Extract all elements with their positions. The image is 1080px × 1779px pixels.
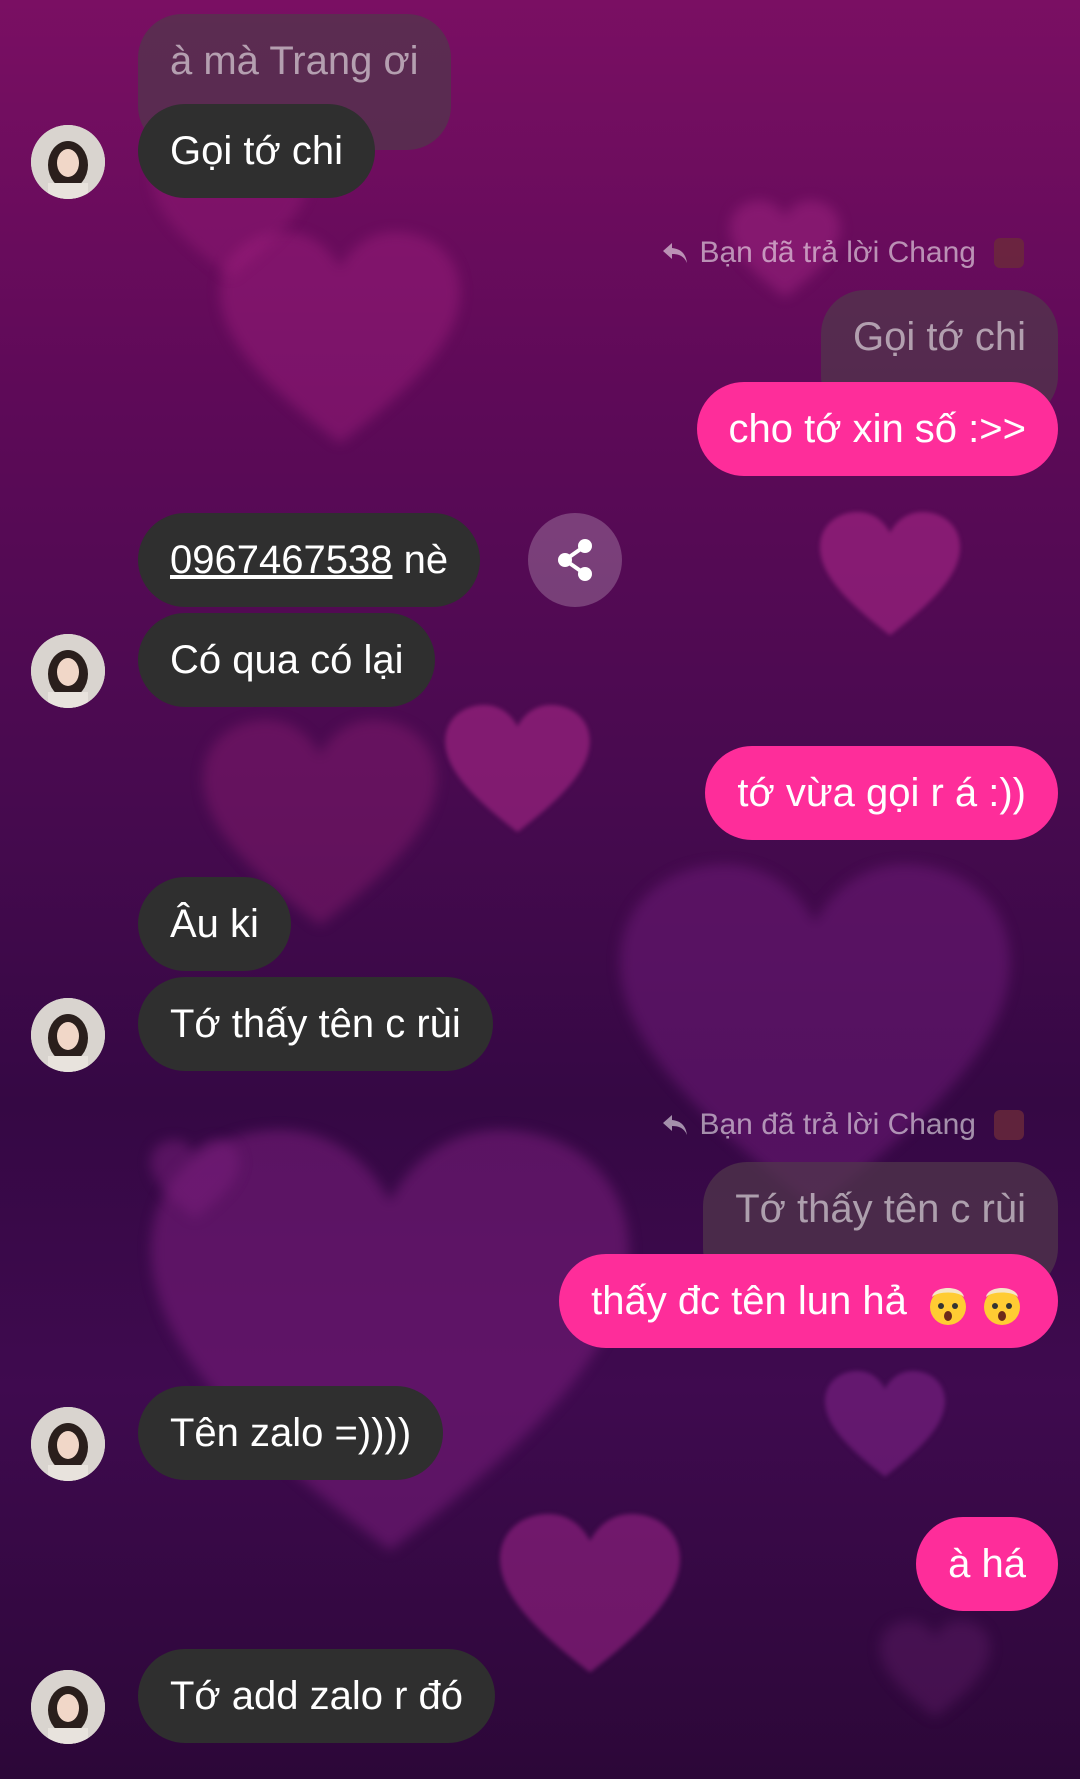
sent-message[interactable]: cho tớ xin số :>> xyxy=(696,382,1058,476)
exploding-head-emoji xyxy=(930,1288,966,1326)
reply-label-text: Bạn đã trả lời Chang xyxy=(699,236,976,269)
message-text: Âu ki xyxy=(170,902,259,946)
received-message[interactable]: Có qua có lại xyxy=(138,613,436,707)
received-message[interactable]: Tên zalo =)))) xyxy=(138,1386,444,1480)
sent-message[interactable]: à há xyxy=(916,1517,1058,1611)
message-text: Tớ add zalo r đó xyxy=(170,1674,464,1718)
received-message[interactable]: Tớ thấy tên c rùi xyxy=(138,977,493,1071)
received-message[interactable]: Gọi tớ chi xyxy=(138,104,375,198)
avatar[interactable] xyxy=(31,125,105,199)
message-text: Có qua có lại xyxy=(170,638,404,682)
avatar-photo xyxy=(31,125,105,199)
sent-message[interactable]: thấy đc tên lun hả xyxy=(559,1254,1058,1348)
quoted-text: Gọi tớ chi xyxy=(853,315,1026,359)
heart-decoration xyxy=(150,1140,240,1220)
avatar[interactable] xyxy=(31,1670,105,1744)
share-button[interactable] xyxy=(528,513,622,607)
reply-arrow-icon xyxy=(663,243,688,263)
reply-indicator: Bạn đã trả lời Chang xyxy=(661,1108,1024,1142)
received-message[interactable]: 0967467538 nè xyxy=(138,513,481,607)
reply-indicator: Bạn đã trả lời Chang xyxy=(661,236,1024,270)
avatar-photo xyxy=(31,1407,105,1481)
person-emoji-icon xyxy=(994,1110,1024,1140)
message-text: thấy đc tên lun hả xyxy=(591,1279,907,1323)
heart-decoration xyxy=(880,1620,990,1720)
quoted-text: à mà Trang ơi xyxy=(170,39,419,83)
avatar[interactable] xyxy=(31,634,105,708)
received-message[interactable]: Âu ki xyxy=(138,877,291,971)
reply-label-text: Bạn đã trả lời Chang xyxy=(699,1108,976,1141)
heart-decoration xyxy=(445,705,590,835)
person-emoji-icon xyxy=(994,238,1024,268)
exploding-head-emoji xyxy=(984,1288,1020,1326)
heart-decoration xyxy=(820,510,960,640)
message-text: Tớ thấy tên c rùi xyxy=(170,1002,461,1046)
message-text: Tên zalo =)))) xyxy=(170,1411,412,1455)
avatar[interactable] xyxy=(31,1407,105,1481)
share-icon xyxy=(558,539,592,581)
received-message[interactable]: Tớ add zalo r đó xyxy=(138,1649,496,1743)
heart-decoration xyxy=(500,1510,680,1680)
message-text: cho tớ xin số :>> xyxy=(728,407,1027,451)
message-text: à há xyxy=(948,1542,1026,1586)
avatar[interactable] xyxy=(31,998,105,1072)
heart-decoration xyxy=(825,1370,945,1480)
quoted-text: Tớ thấy tên c rùi xyxy=(735,1187,1026,1231)
avatar-photo xyxy=(31,998,105,1072)
avatar-photo xyxy=(31,634,105,708)
message-text: Gọi tớ chi xyxy=(170,129,343,173)
reply-arrow-icon xyxy=(663,1115,688,1135)
avatar-photo xyxy=(31,1670,105,1744)
message-text: tớ vừa gọi r á :)) xyxy=(737,771,1026,815)
sent-message[interactable]: tớ vừa gọi r á :)) xyxy=(705,746,1058,840)
phone-number-link[interactable]: 0967467538 xyxy=(170,538,392,582)
message-text: nè xyxy=(392,538,449,582)
